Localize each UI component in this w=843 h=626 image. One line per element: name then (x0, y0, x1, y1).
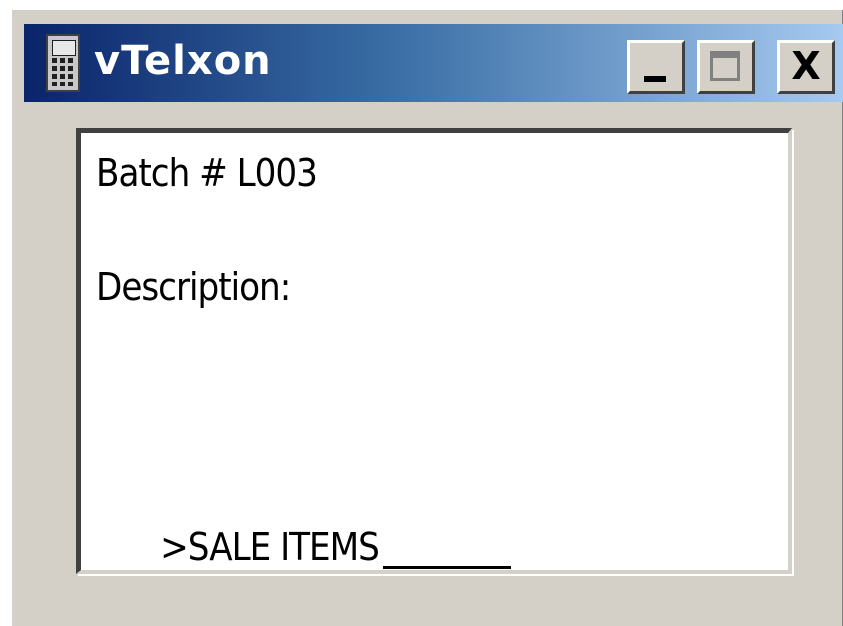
vtelxon-window: vTelxon X Batch # L003 Description: >SAL… (10, 8, 843, 626)
terminal-screen-glyph (52, 40, 76, 56)
batch-number-text: Batch # L003 (96, 151, 318, 195)
entry-input-field[interactable] (382, 526, 511, 569)
close-icon: X (791, 44, 821, 88)
description-label: Description: (96, 265, 291, 309)
terminal-screen[interactable]: Batch # L003 Description: >SALE ITEMS (76, 128, 792, 574)
maximize-icon (710, 51, 740, 81)
minimize-icon (644, 76, 666, 82)
prompt-label: >SALE ITEMS (160, 525, 380, 569)
maximize-button[interactable] (697, 40, 755, 94)
minimize-button[interactable] (627, 40, 685, 94)
window-title: vTelxon (94, 38, 272, 84)
sale-items-prompt: >SALE ITEMS (101, 481, 511, 613)
handheld-terminal-icon[interactable] (46, 34, 80, 92)
terminal-keypad-glyph (52, 58, 74, 86)
close-button[interactable]: X (777, 40, 835, 94)
title-bar[interactable]: vTelxon X (24, 24, 843, 102)
